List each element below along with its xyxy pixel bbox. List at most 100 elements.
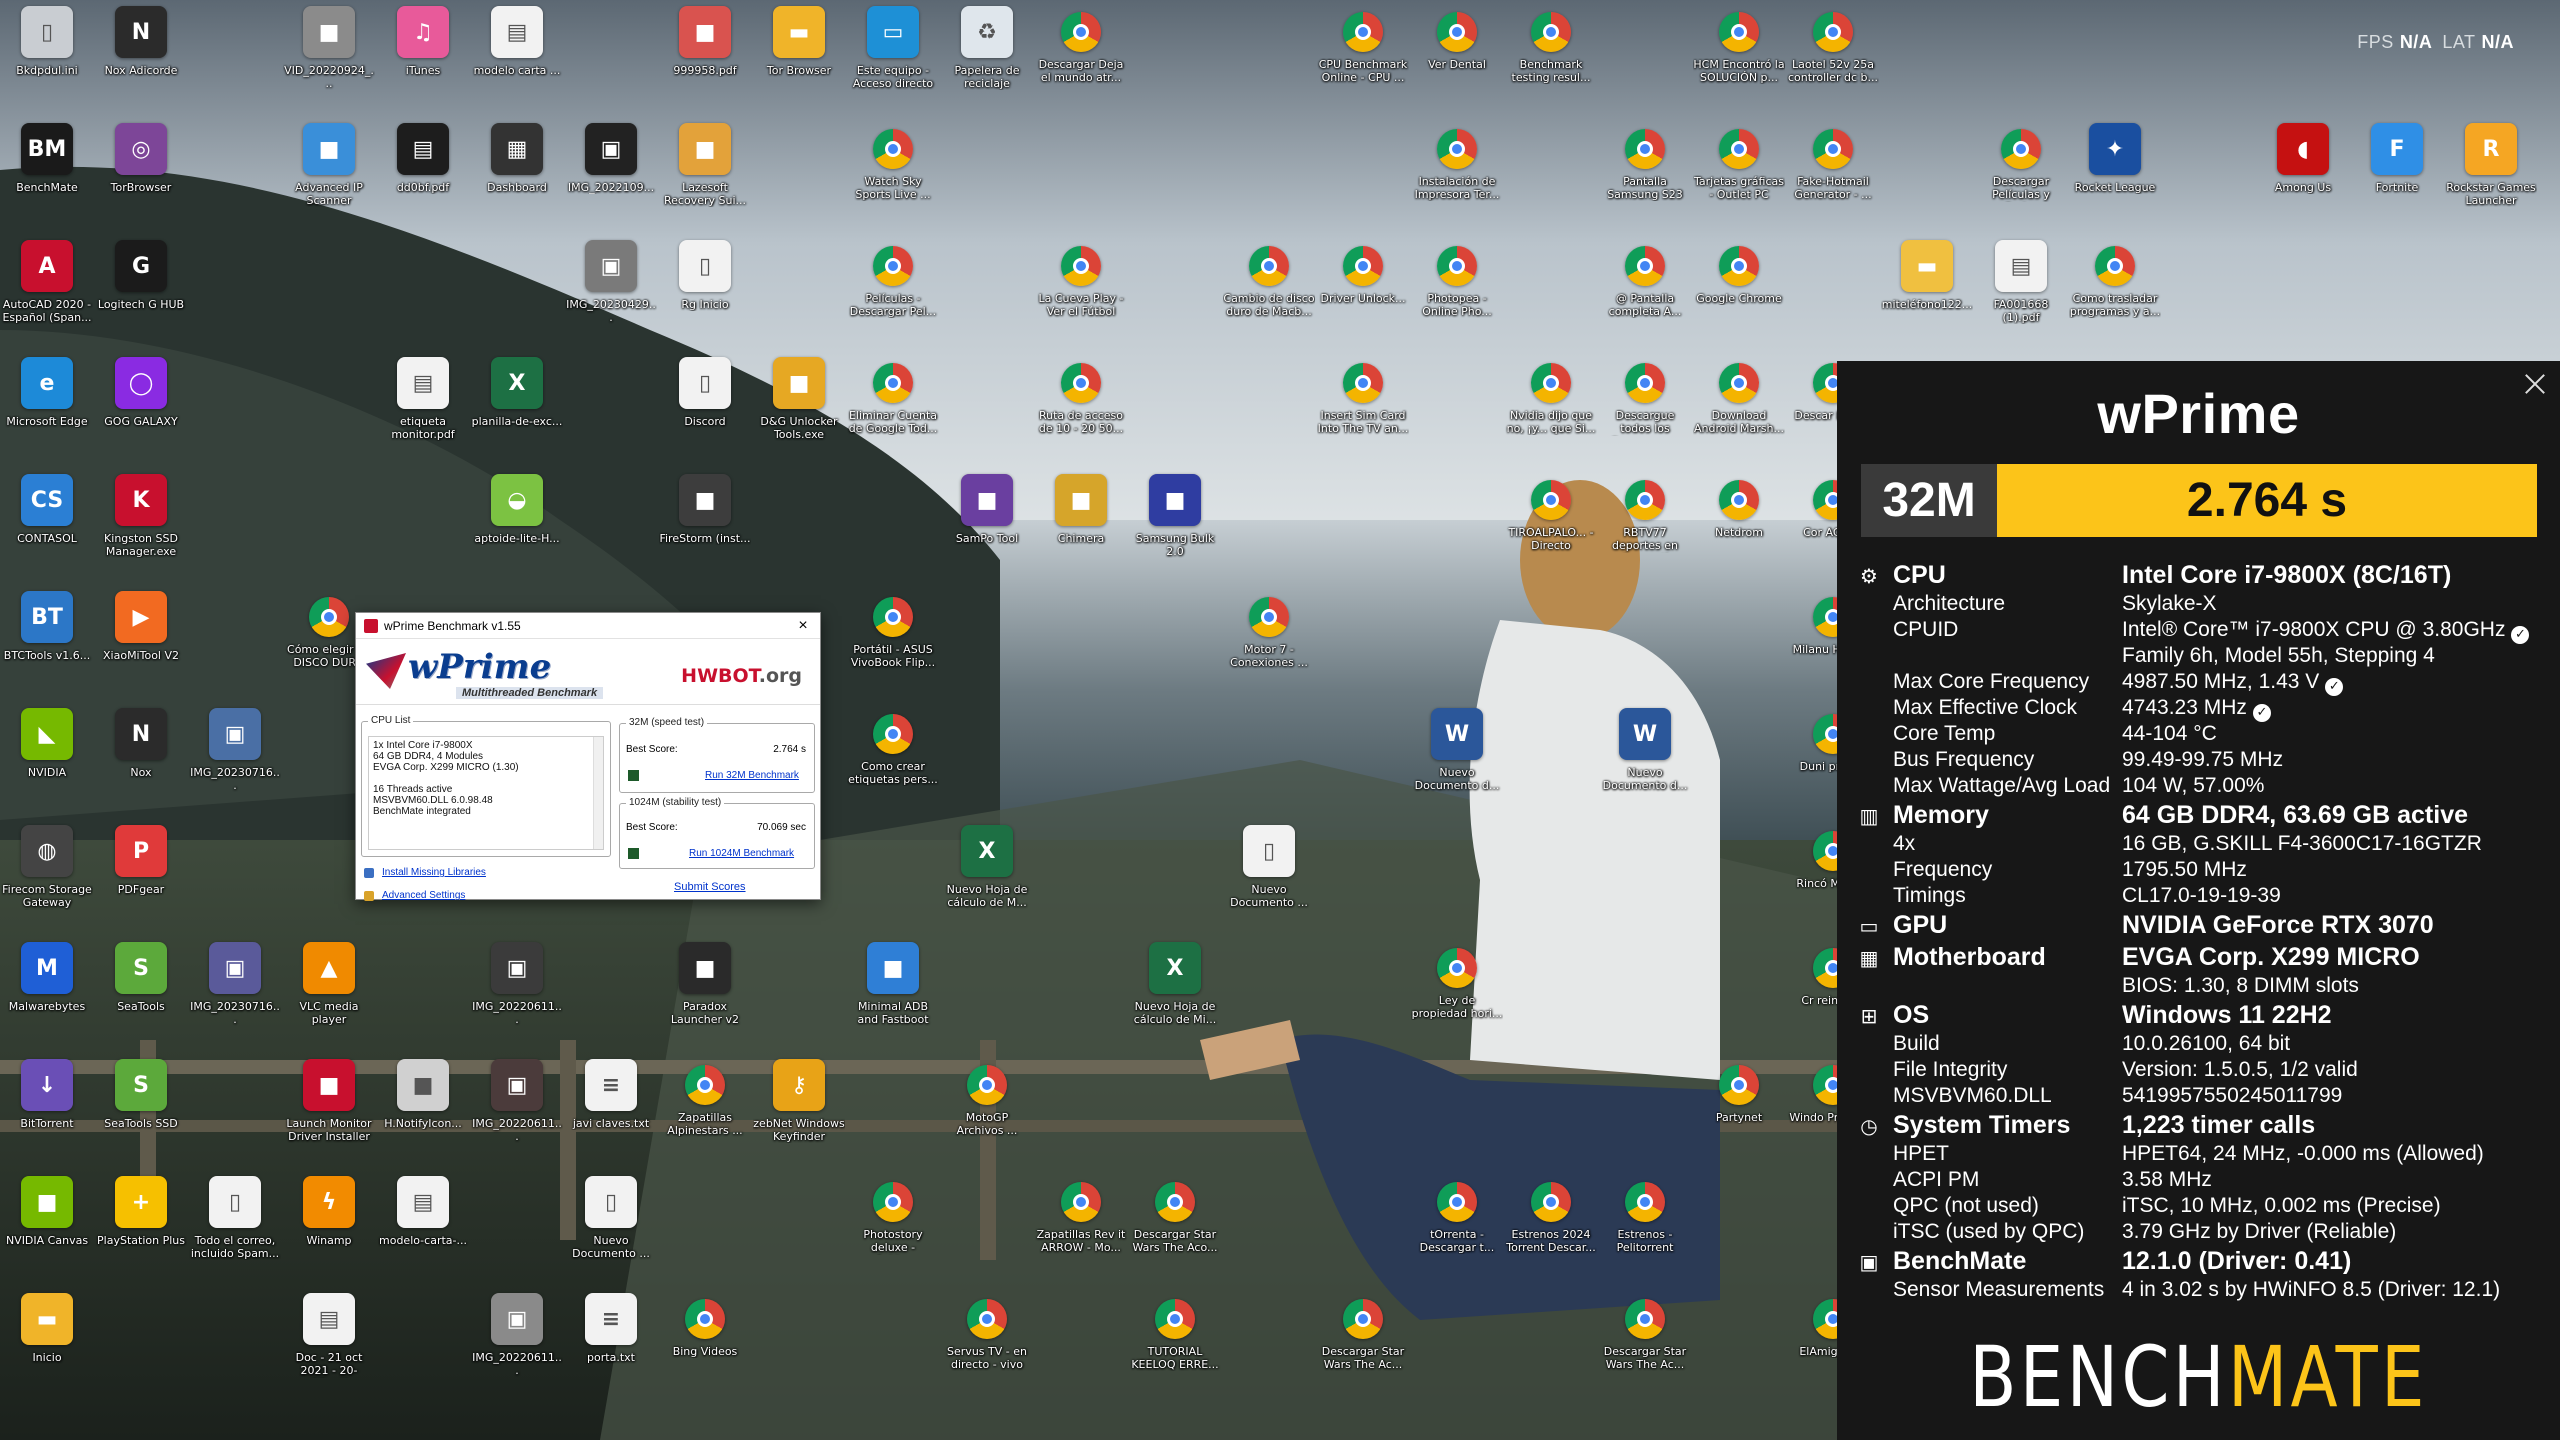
desktop-icon[interactable]: ▯ Rg Inicio (659, 240, 751, 352)
desktop-icon[interactable]: ▣ IMG_20230716... (189, 708, 281, 820)
desktop-icon[interactable]: ▯ Todo el correo, incluido Spam... (189, 1176, 281, 1288)
desktop-icon[interactable]: A AutoCAD 2020 - Español (Span... (1, 240, 93, 352)
desktop-icon[interactable]: ▬ Inicio (1, 1293, 93, 1405)
desktop-icon[interactable]: X Nuevo Hoja de cálculo de M... (941, 825, 1033, 937)
desktop-icon[interactable]: BT BTCTools v1.6... (1, 591, 93, 703)
desktop-icon[interactable]: ▣ IMG_2022109... (565, 123, 657, 235)
desktop-icon[interactable]: ■ FireStorm (inst... (659, 474, 751, 586)
desktop-icon[interactable]: Motor 7 - Conexiones ... (1223, 591, 1315, 703)
desktop-icon[interactable]: RBTV77 deportes en vivo gratis (1599, 474, 1691, 586)
desktop-icon[interactable]: Photopea - Online Pho... (1411, 240, 1503, 352)
desktop-icon[interactable]: Instalación de Impresora Ter... (1411, 123, 1503, 235)
desktop-icon[interactable]: S SeaTools SSD (95, 1059, 187, 1171)
desktop-icon[interactable]: ■ Minimal ADB and Fastboot (847, 942, 939, 1054)
desktop-icon[interactable]: ▤ dd0bf.pdf (377, 123, 469, 235)
desktop-icon[interactable]: Como crear etiquetas pers... (847, 708, 939, 820)
desktop-icon[interactable]: ▯ Discord (659, 357, 751, 469)
desktop-icon[interactable]: W Nuevo Documento d... (1411, 708, 1503, 820)
desktop-icon[interactable]: Zapatillas Rev it ARROW - Mo... (1035, 1176, 1127, 1288)
desktop-icon[interactable]: Cambio de disco duro de Macb... (1223, 240, 1315, 352)
desktop-icon[interactable]: CPU Benchmark Online - CPU ... (1317, 6, 1409, 118)
desktop-icon[interactable]: ◒ aptoide-lite-H... (471, 474, 563, 586)
desktop-icon[interactable]: ▤ modelo-carta-... (377, 1176, 469, 1288)
desktop-icon[interactable]: Xplanilla-de-exc... (471, 357, 563, 469)
desktop-icon[interactable]: e Microsoft Edge (1, 357, 93, 469)
desktop-icon[interactable]: ■ Chimera (1035, 474, 1127, 586)
desktop-icon[interactable]: TUTORIAL KEELOQ ERRE... (1129, 1293, 1221, 1405)
desktop-icon[interactable]: Bing Videos (659, 1293, 751, 1405)
desktop-icon[interactable]: Pantalla Samsung S23 (1599, 123, 1691, 235)
desktop-icon[interactable]: ⚷ zebNet Windows Keyfinder (753, 1059, 845, 1171)
desktop-icon[interactable]: Download Android Marsh... (1693, 357, 1785, 469)
desktop-icon[interactable]: Ruta de acceso de 10 - 20 50... (1035, 357, 1127, 469)
desktop-icon[interactable]: ▤ FA001668 (1).pdf (1975, 240, 2067, 352)
desktop-icon[interactable]: ▣ IMG_20220611... (471, 942, 563, 1054)
desktop-icon[interactable]: ▯ Bkdpdul.ini (1, 6, 93, 118)
desktop-icon[interactable]: ♻ Papelera de reciclaje (941, 6, 1033, 118)
desktop-icon[interactable]: ▦ Dashboard (471, 123, 563, 235)
desktop-icon[interactable]: ▶ XiaoMiTool V2 (95, 591, 187, 703)
desktop-icon[interactable]: ϟ Winamp (283, 1176, 375, 1288)
desktop-icon[interactable]: G Logitech G HUB (95, 240, 187, 352)
desktop-icon[interactable]: Descargar Películas y Series (1975, 123, 2067, 235)
advanced-settings-link[interactable]: Advanced Settings (382, 884, 465, 907)
run-1024m-link[interactable]: Run 1024M Benchmark (689, 848, 794, 859)
desktop-icon[interactable]: ◣ NVIDIA (1, 708, 93, 820)
desktop-icon[interactable]: ▭ Este equipo - Acceso directo (847, 6, 939, 118)
desktop-icon[interactable]: N Nox Adicorde (95, 6, 187, 118)
desktop-icon[interactable]: F Fortnite (2351, 123, 2443, 235)
desktop-icon[interactable]: ■ D&G Unlocker Tools.exe (753, 357, 845, 469)
desktop-icon[interactable]: ■ Launch Monitor Driver Installer (283, 1059, 375, 1171)
desktop-icon[interactable]: Fake-Hotmail Generator - ... (1787, 123, 1879, 235)
desktop-icon[interactable]: ▤ etiqueta monitor.pdf (377, 357, 469, 469)
desktop-icon[interactable]: ▤ Doc - 21 oct 2021 - 20-27.pdf (283, 1293, 375, 1405)
desktop-icon[interactable]: TIROALPALO... - Directo (1505, 474, 1597, 586)
desktop-icon[interactable]: ≡ porta.txt (565, 1293, 657, 1405)
desktop-icon[interactable]: ■ Advanced IP Scanner (283, 123, 375, 235)
desktop-icon[interactable]: Ver Dental (1411, 6, 1503, 118)
desktop-icon[interactable]: ▣ IMG_20230429... (565, 240, 657, 352)
desktop-icon[interactable]: ■ NVIDIA Canvas (1, 1176, 93, 1288)
desktop-icon[interactable]: ▣ IMG_20230716... (189, 942, 281, 1054)
desktop-icon[interactable]: Descargar Star Wars The Aco... (1129, 1176, 1221, 1288)
desktop-icon[interactable]: Netdrom (1693, 474, 1785, 586)
desktop-icon[interactable]: Nvidia dijo que no, ¡y... que Si... (1505, 357, 1597, 469)
desktop-icon[interactable]: CS CONTASOL (1, 474, 93, 586)
desktop-icon[interactable]: La Cueva Play - Ver el Fútbol (1035, 240, 1127, 352)
desktop-icon[interactable]: ↓ BitTorrent (1, 1059, 93, 1171)
desktop-icon[interactable]: X Nuevo Hoja de cálculo de Mi... (1129, 942, 1221, 1054)
desktop-icon[interactable]: ■ Samsung Bulk 2.0 (1129, 474, 1221, 586)
desktop-icon[interactable]: ▤ modelo carta ... (471, 6, 563, 118)
desktop-icon[interactable]: BM BenchMate (1, 123, 93, 235)
desktop-icon[interactable]: Insert Sim Card Into The TV an... (1317, 357, 1409, 469)
desktop-icon[interactable]: ≡ javi claves.txt (565, 1059, 657, 1171)
desktop-icon[interactable]: S SeaTools (95, 942, 187, 1054)
desktop-icon[interactable]: K Kingston SSD Manager.exe (95, 474, 187, 586)
desktop-icon[interactable]: ▬ miteléfono122... (1881, 240, 1973, 352)
desktop-icon[interactable]: Partynet (1693, 1059, 1785, 1171)
desktop-icon[interactable]: ▣ IMG_20220611... (471, 1059, 563, 1171)
desktop-icon[interactable]: ♫ iTunes (377, 6, 469, 118)
desktop-icon[interactable]: Descargar Star Wars The Ac... (1317, 1293, 1409, 1405)
desktop-icon[interactable]: ▯ Nuevo Documento ... (1223, 825, 1315, 937)
desktop-icon[interactable]: ■ Paradox Launcher v2 (659, 942, 751, 1054)
desktop-icon[interactable]: ▬ Tor Browser (753, 6, 845, 118)
cpu-list-scrollbar[interactable] (593, 737, 603, 849)
desktop-icon[interactable]: ■ Lazesoft Recovery Sui... (659, 123, 751, 235)
desktop-icon[interactable]: Portátil - ASUS VivoBook Flip... (847, 591, 939, 703)
desktop-icon[interactable]: ◎ TorBrowser (95, 123, 187, 235)
desktop-icon[interactable]: ▲ VLC media player (283, 942, 375, 1054)
desktop-icon[interactable]: Watch Sky Sports Live ... (847, 123, 939, 235)
desktop-icon[interactable]: ■ VID_20220924_... (283, 6, 375, 118)
desktop-icon[interactable]: Tarjetas gráficas - Outlet PC (1693, 123, 1785, 235)
desktop-icon[interactable]: Descargar Deja el mundo atr... (1035, 6, 1127, 118)
desktop-icon[interactable]: ■ H.NotifyIcon... (377, 1059, 469, 1171)
run-32m-link[interactable]: Run 32M Benchmark (705, 770, 799, 781)
desktop-icon[interactable]: MotoGP Archivos ... (941, 1059, 1033, 1171)
desktop-icon[interactable]: ◖ Among Us (2257, 123, 2349, 235)
wprime-close-button[interactable]: × (786, 617, 820, 635)
desktop-icon[interactable]: Descargue todos los firmwares ... (1599, 357, 1691, 469)
cpu-list-box[interactable]: 1x Intel Core i7-9800X 64 GB DDR4, 4 Mod… (368, 736, 604, 850)
desktop-icon[interactable]: Zapatillas Alpinestars ... (659, 1059, 751, 1171)
desktop-icon[interactable]: ■ SamPo Tool (941, 474, 1033, 586)
